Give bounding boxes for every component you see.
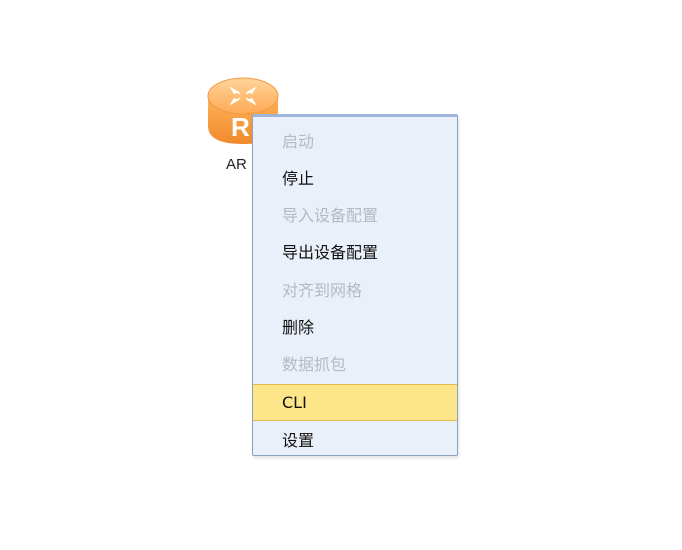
menu-item-export-config[interactable]: 导出设备配置 bbox=[253, 234, 457, 271]
menu-item-stop[interactable]: 停止 bbox=[253, 160, 457, 197]
menu-item-start: 启动 bbox=[282, 132, 315, 151]
device-label: AR bbox=[226, 156, 247, 173]
menu-item-delete[interactable]: 删除 bbox=[253, 309, 457, 346]
menu-item-capture: 数据抓包 bbox=[282, 355, 347, 374]
context-menu: 启动 停止 导入设备配置 导出设备配置 对齐到网格 删除 数据抓包 CLI 设置 bbox=[252, 114, 458, 456]
menu-item-align-grid: 对齐到网格 bbox=[282, 281, 363, 300]
menu-item-cli[interactable]: CLI bbox=[253, 384, 457, 421]
menu-item-settings[interactable]: 设置 bbox=[253, 422, 457, 455]
menu-item-import-config: 导入设备配置 bbox=[282, 206, 379, 225]
topology-canvas[interactable]: R AR 启动 停止 导入设备配置 导出设备配置 对齐到网格 删除 数据抓包 C… bbox=[0, 0, 682, 550]
svg-text:R: R bbox=[231, 112, 250, 142]
